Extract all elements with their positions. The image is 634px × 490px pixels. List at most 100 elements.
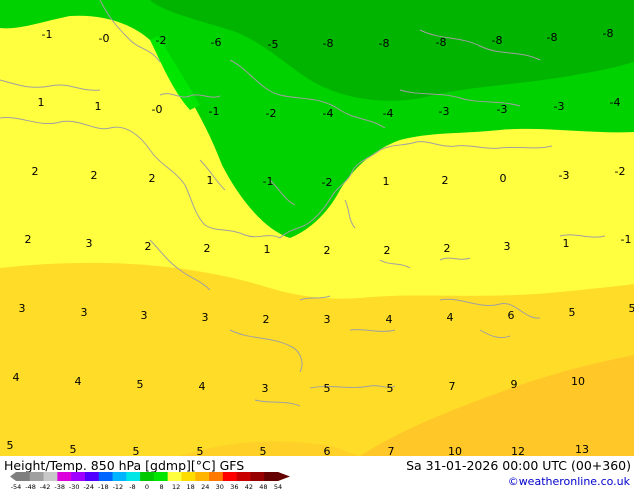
temperature-label: 3 xyxy=(141,309,148,322)
temperature-label: -4 xyxy=(383,107,394,120)
scale-tick-label: 24 xyxy=(201,483,209,490)
temperature-label: 4 xyxy=(199,380,206,393)
temperature-label: 10 xyxy=(448,445,462,456)
temperature-label: 5 xyxy=(569,306,576,319)
temperature-label: 5 xyxy=(137,378,144,391)
scale-tick-label: 8 xyxy=(159,483,163,490)
temperature-label: 3 xyxy=(202,311,209,324)
scale-swatch xyxy=(181,472,196,481)
scale-tick-label: 54 xyxy=(274,483,282,490)
temperature-label: 12 xyxy=(511,445,525,456)
temperature-label: -1 xyxy=(621,233,632,246)
temperature-label: -3 xyxy=(497,103,508,116)
temperature-label: -8 xyxy=(603,27,614,40)
scale-tick-label: 12 xyxy=(172,483,180,490)
scale-swatch xyxy=(236,472,251,481)
scale-swatch xyxy=(57,472,72,481)
temperature-label: -8 xyxy=(379,37,390,50)
temperature-label: -4 xyxy=(610,96,621,109)
footer: Height/Temp. 850 hPa [gdmp][°C] GFS Sa 3… xyxy=(0,456,634,490)
scale-swatch xyxy=(167,472,182,481)
scale-swatch xyxy=(43,472,58,481)
temperature-label: -8 xyxy=(323,37,334,50)
scale-swatch xyxy=(126,472,141,481)
temperature-label: 1 xyxy=(383,175,390,188)
scale-tick-label: -8 xyxy=(129,483,135,490)
temperature-label: 4 xyxy=(75,375,82,388)
map-datetime: Sa 31-01-2026 00:00 UTC (00+360) xyxy=(406,458,631,473)
temperature-label: -1 xyxy=(42,28,53,41)
temperature-label: 5 xyxy=(197,445,204,456)
temperature-label: 3 xyxy=(86,237,93,250)
temperature-label: 9 xyxy=(511,378,518,391)
temperature-label: 5 xyxy=(324,382,331,395)
scale-swatch xyxy=(140,472,155,481)
scale-tick-label: -38 xyxy=(54,483,65,490)
temperature-label: 5 xyxy=(133,445,140,456)
temperature-label: 0 xyxy=(500,172,507,185)
temperature-label: -4 xyxy=(323,107,334,120)
temperature-label: 2 xyxy=(384,244,391,257)
scale-tick-label: -18 xyxy=(98,483,109,490)
temperature-label: 2 xyxy=(91,169,98,182)
temperature-label: -8 xyxy=(547,31,558,44)
temperature-label: 3 xyxy=(262,382,269,395)
scale-swatch xyxy=(84,472,100,481)
temperature-label: 2 xyxy=(25,233,32,246)
temperature-label: -2 xyxy=(322,176,333,189)
temperature-label: 6 xyxy=(508,309,515,322)
temperature-map: -1 -0 -2 -6 -5 -8 -8 -8 -8 -8 -8 1 1 -0 -1 -2 -4 -4 -3 -3 -3… xyxy=(0,0,634,456)
temperature-label: -5 xyxy=(268,38,279,51)
temperature-label: 5 xyxy=(260,445,267,456)
temperature-label: 13 xyxy=(575,443,589,456)
scale-swatch xyxy=(112,472,127,481)
temperature-label: -0 xyxy=(152,103,163,116)
scale-tick-label: -30 xyxy=(69,483,80,490)
temperature-label: 2 xyxy=(32,165,39,178)
temperature-label: 2 xyxy=(263,313,270,326)
temperature-label: 5 xyxy=(629,302,634,315)
scale-swatch xyxy=(222,472,237,481)
temperature-label: -1 xyxy=(263,175,274,188)
temperature-label: -0 xyxy=(99,32,110,45)
scale-swatch xyxy=(209,472,224,481)
temperature-label: 2 xyxy=(145,240,152,253)
temperature-label: 2 xyxy=(444,242,451,255)
temperature-label: 2 xyxy=(324,244,331,257)
credit-link[interactable]: ©weatheronline.co.uk xyxy=(508,475,630,488)
temperature-label: 4 xyxy=(447,311,454,324)
scale-swatch xyxy=(98,472,113,481)
temperature-label: 2 xyxy=(149,172,156,185)
scale-swatch xyxy=(250,472,265,481)
scale-tick-label: -12 xyxy=(113,483,124,490)
scale-swatch xyxy=(264,472,279,481)
temperature-label: -3 xyxy=(439,105,450,118)
temperature-label: -1 xyxy=(209,105,220,118)
scale-tick-label: -54 xyxy=(11,483,22,490)
scale-tick-label: 48 xyxy=(259,483,267,490)
scale-tick-label: 18 xyxy=(187,483,195,490)
temperature-label: 2 xyxy=(442,174,449,187)
temperature-label: 5 xyxy=(70,443,77,456)
scale-swatch xyxy=(29,472,44,481)
temperature-label: 4 xyxy=(386,313,393,326)
temperature-label: -3 xyxy=(554,100,565,113)
scale-tick-label: 36 xyxy=(230,483,238,490)
temperature-label: 2 xyxy=(204,242,211,255)
temperature-label: 6 xyxy=(324,445,331,456)
temperature-label: 1 xyxy=(563,237,570,250)
color-scale-legend: -54 -48 -42 -38 -30 -24 -18 -12 -8 0 8 12 18 24 30 36 42… xyxy=(10,472,290,490)
scale-tick-label: -42 xyxy=(40,483,51,490)
temperature-label: 3 xyxy=(81,306,88,319)
scale-tick-label: -24 xyxy=(83,483,94,490)
temperature-label: 4 xyxy=(13,371,20,384)
scale-tick-label: -48 xyxy=(25,483,36,490)
scale-arrow-right xyxy=(278,472,290,481)
temperature-label: 5 xyxy=(387,382,394,395)
scale-swatch xyxy=(71,472,86,481)
temperature-label: 1 xyxy=(95,100,102,113)
scale-arrow-left xyxy=(10,472,16,481)
temperature-label: 3 xyxy=(324,313,331,326)
scale-swatch xyxy=(16,472,31,481)
temperature-label: 7 xyxy=(388,445,395,456)
